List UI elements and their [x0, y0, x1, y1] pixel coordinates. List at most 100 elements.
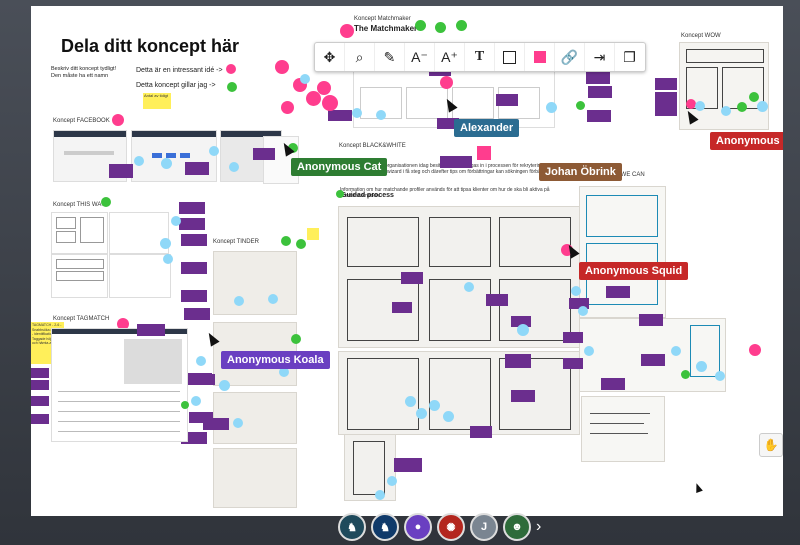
sticky-note-purple[interactable] — [440, 156, 472, 168]
sticky-note-yellow[interactable]: Antal av tidigt — [143, 93, 171, 109]
dot-blue[interactable] — [387, 476, 397, 486]
dot-green[interactable] — [291, 334, 301, 344]
dot-blue[interactable] — [695, 101, 705, 111]
dot-green[interactable] — [456, 20, 467, 31]
color-swatch-icon[interactable] — [525, 43, 555, 71]
sticky-note-purple[interactable] — [179, 202, 205, 214]
pen-icon[interactable]: ✎ — [375, 43, 405, 71]
sticky-note-purple[interactable] — [606, 286, 630, 298]
photo-guided-process-sketch-3[interactable] — [344, 434, 396, 501]
sticky-note-purple[interactable] — [588, 86, 612, 98]
dot-blue[interactable] — [671, 346, 681, 356]
group-icon[interactable]: ❐ — [615, 43, 644, 71]
sticky-note-purple[interactable] — [470, 426, 492, 438]
dot-green[interactable] — [415, 20, 426, 31]
dot-blue[interactable] — [721, 106, 731, 116]
sticky-note-purple[interactable] — [563, 332, 583, 343]
avatar-j[interactable]: J — [470, 513, 498, 541]
dot-pink[interactable] — [340, 24, 354, 38]
screenshot-tagmatch[interactable] — [51, 328, 188, 442]
dot-blue[interactable] — [134, 156, 144, 166]
avatar-seahorse[interactable]: ♞ — [338, 513, 366, 541]
link-icon[interactable]: 🔗 — [555, 43, 585, 71]
dot-green[interactable] — [227, 82, 237, 92]
sticky-note-purple[interactable] — [109, 164, 133, 178]
dot-blue[interactable] — [584, 346, 594, 356]
dot-blue[interactable] — [375, 490, 385, 500]
dot-pink[interactable] — [275, 60, 289, 74]
dot-blue[interactable] — [416, 408, 427, 419]
dot-green[interactable] — [435, 22, 446, 33]
sticky-note-purple[interactable] — [563, 358, 583, 369]
sticky-note-yellow[interactable] — [307, 228, 319, 240]
photo-guided-process-sketch-2[interactable] — [338, 351, 580, 435]
dot-blue[interactable] — [517, 324, 529, 336]
sticky-note-purple[interactable] — [401, 272, 423, 284]
sticky-note-purple[interactable] — [511, 390, 535, 402]
chevron-right-icon[interactable]: › — [536, 518, 541, 536]
sticky-note-purple[interactable] — [587, 110, 611, 122]
dot-blue[interactable] — [196, 356, 206, 366]
arrange-icon[interactable]: ⇥ — [585, 43, 615, 71]
dot-blue[interactable] — [757, 101, 768, 112]
dot-blue[interactable] — [209, 146, 219, 156]
sticky-note-purple[interactable] — [394, 458, 422, 472]
dot-blue[interactable] — [160, 238, 171, 249]
photo-we-can-sketch-1[interactable] — [579, 186, 666, 318]
dot-blue[interactable] — [219, 380, 230, 391]
zoom-select-icon[interactable]: ⌕ — [345, 43, 375, 71]
avatar-squid[interactable]: ✺ — [437, 513, 465, 541]
dot-blue[interactable] — [163, 254, 173, 264]
sticky-note-purple[interactable] — [179, 218, 205, 230]
dot-blue[interactable] — [429, 400, 440, 411]
dot-blue[interactable] — [233, 418, 243, 428]
dot-blue[interactable] — [696, 361, 707, 372]
dot-green[interactable] — [737, 102, 747, 112]
dot-blue[interactable] — [376, 110, 386, 120]
dot-blue[interactable] — [405, 396, 416, 407]
sticky-note-purple[interactable] — [392, 302, 412, 313]
sticky-note-purple[interactable] — [655, 104, 677, 116]
dot-blue[interactable] — [229, 162, 239, 172]
wireframe-this-way-4[interactable] — [109, 254, 171, 298]
sticky-note-purple[interactable] — [505, 354, 531, 368]
photo-tinder-sketch-4[interactable] — [213, 448, 297, 508]
sticky-note-purple[interactable] — [185, 162, 209, 175]
text-icon[interactable]: T — [465, 43, 495, 71]
avatar-seahorse-blue[interactable]: ♞ — [371, 513, 399, 541]
dot-blue[interactable] — [171, 216, 181, 226]
text-smaller-icon[interactable]: A⁻ — [405, 43, 435, 71]
sticky-note-purple[interactable] — [639, 314, 663, 326]
photo-guided-process-sketch[interactable] — [338, 206, 580, 348]
wireframe-this-way-2[interactable] — [109, 212, 169, 254]
dot-pink[interactable] — [440, 76, 453, 89]
text-larger-icon[interactable]: A⁺ — [435, 43, 465, 71]
sticky-note-purple[interactable] — [31, 368, 49, 378]
sticky-note-purple[interactable] — [181, 234, 207, 246]
sticky-note-purple[interactable] — [328, 110, 352, 121]
sticky-note-purple[interactable] — [31, 414, 49, 424]
sticky-note-purple[interactable] — [181, 290, 207, 302]
photo-we-can-sketch-3[interactable] — [581, 396, 665, 462]
dot-blue[interactable] — [234, 296, 244, 306]
dot-pink[interactable] — [322, 95, 338, 111]
dot-green[interactable] — [101, 197, 111, 207]
dot-green[interactable] — [576, 101, 585, 110]
dot-blue[interactable] — [352, 108, 362, 118]
dot-blue[interactable] — [443, 411, 454, 422]
sticky-note-purple[interactable] — [31, 396, 49, 406]
dot-green[interactable] — [181, 401, 189, 409]
sticky-note-purple[interactable] — [655, 78, 677, 90]
dot-blue[interactable] — [546, 102, 557, 113]
dot-green[interactable] — [681, 370, 690, 379]
dot-pink[interactable] — [317, 81, 331, 95]
wireframe-this-way-1[interactable] — [51, 212, 108, 254]
wireframe-this-way-3[interactable] — [51, 254, 108, 298]
dot-pink[interactable] — [226, 64, 236, 74]
sticky-note-purple[interactable] — [601, 378, 625, 390]
sticky-note-purple[interactable] — [655, 92, 677, 104]
sticky-note-purple[interactable] — [486, 294, 508, 306]
dot-pink[interactable] — [112, 114, 124, 126]
sticky-note-purple[interactable] — [191, 374, 215, 385]
avatar-cat[interactable]: ☻ — [503, 513, 531, 541]
